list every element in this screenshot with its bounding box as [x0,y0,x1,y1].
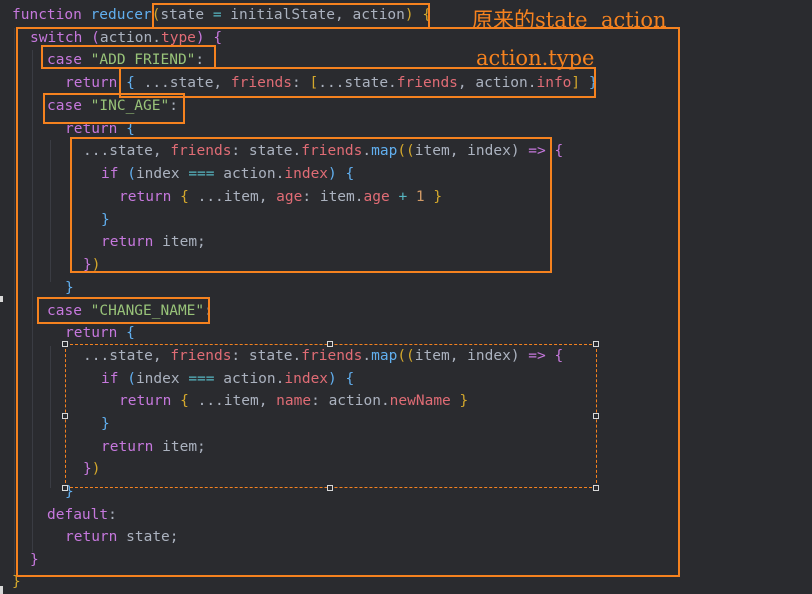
gutter-marker [0,586,3,594]
resize-handle-bottom-left[interactable] [62,485,68,491]
gutter-marker [0,296,3,302]
resize-handle-bottom-right[interactable] [593,485,599,491]
keyword: function [12,7,82,23]
selection-box-change-name-map[interactable] [65,344,597,488]
highlight-box-case-add-friend [41,45,216,69]
resize-handle-bottom-center[interactable] [327,485,333,491]
highlight-box-add-friend-return [119,67,596,98]
resize-handle-top-right[interactable] [593,341,599,347]
highlight-box-inc-age-map [70,137,552,273]
annotation-action-type: action.type [476,46,595,70]
annotation-state-action: 原来的state action [472,8,667,32]
resize-handle-middle-right[interactable] [593,413,599,419]
resize-handle-top-center[interactable] [327,341,333,347]
code-editor[interactable]: function reducer(state = initialState, a… [0,0,812,594]
highlight-box-case-inc-age [43,93,185,124]
function-name: reducer [90,7,152,23]
highlight-box-params [152,3,430,29]
highlight-box-case-change-name [37,297,210,324]
resize-handle-middle-left[interactable] [62,413,68,419]
resize-handle-top-left[interactable] [62,341,68,347]
indent-guide [14,28,15,576]
